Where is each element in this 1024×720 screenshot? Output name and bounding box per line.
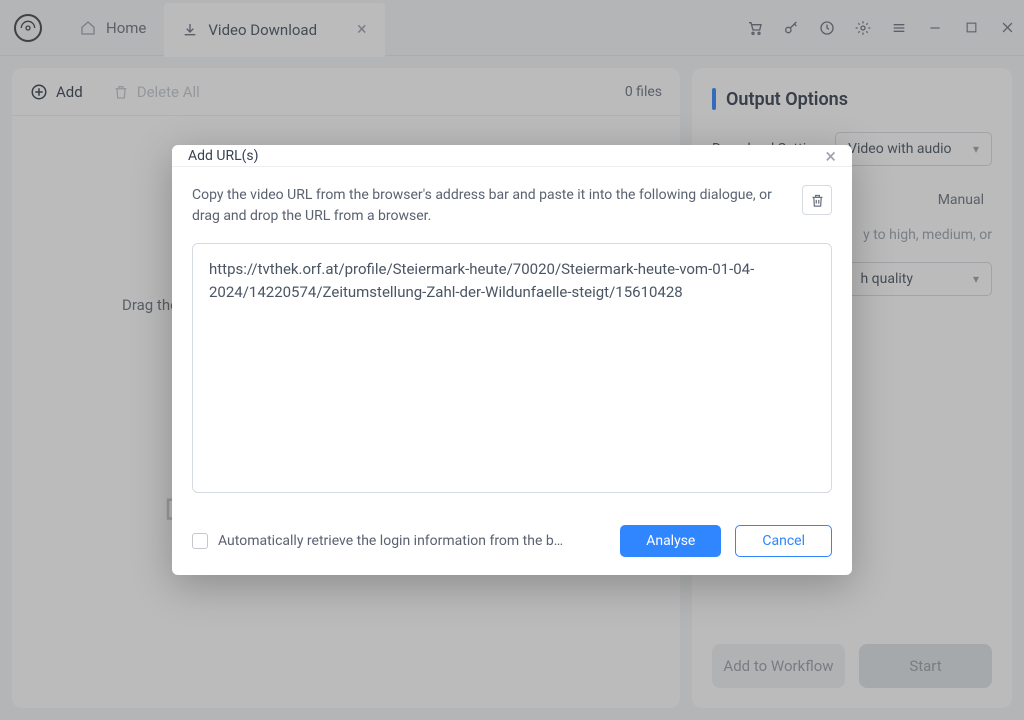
url-input[interactable] [192, 243, 832, 493]
modal-footer: Automatically retrieve the login informa… [172, 511, 852, 575]
auto-login-checkbox[interactable] [192, 533, 208, 549]
cancel-button[interactable]: Cancel [735, 525, 832, 557]
modal-body: Copy the video URL from the browser's ad… [172, 167, 852, 511]
modal-instruction: Copy the video URL from the browser's ad… [192, 185, 790, 227]
modal-close-icon[interactable]: × [825, 146, 836, 166]
app-window: Home Video Download × Add [0, 0, 1024, 720]
modal-title: Add URL(s) [188, 148, 259, 164]
add-url-modal: Add URL(s) × Copy the video URL from the… [172, 145, 852, 575]
clear-urls-button[interactable] [802, 185, 832, 215]
analyse-button[interactable]: Analyse [620, 525, 721, 557]
auto-login-label: Automatically retrieve the login informa… [218, 533, 563, 549]
modal-header: Add URL(s) × [172, 145, 852, 167]
